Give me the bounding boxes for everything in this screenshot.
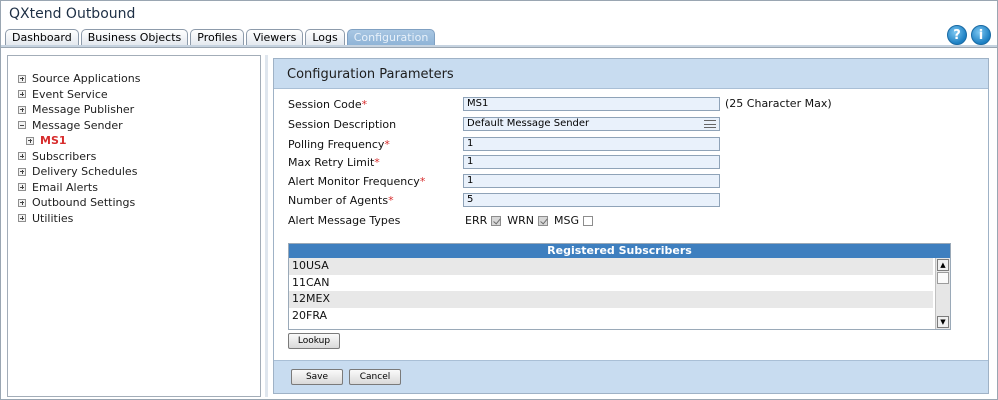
- app-window: QXtend Outbound Dashboard Business Objec…: [0, 0, 998, 400]
- help-icon[interactable]: ?: [947, 25, 967, 45]
- tree-item-utilities[interactable]: Utilities: [18, 211, 140, 227]
- list-item[interactable]: 12MEX: [289, 291, 933, 308]
- tree-item-source-applications[interactable]: Source Applications: [18, 71, 140, 87]
- expand-icon[interactable]: [18, 198, 26, 207]
- tab-viewers[interactable]: Viewers: [246, 29, 304, 45]
- expand-icon[interactable]: [18, 90, 26, 99]
- tree-item-outbound-settings[interactable]: Outbound Settings: [18, 195, 140, 211]
- expand-icon[interactable]: [18, 74, 26, 83]
- tree-item-label: Utilities: [32, 211, 74, 225]
- subscribers-list-body: 10USA 11CAN 12MEX 20FRA: [289, 258, 933, 324]
- expand-text-icon[interactable]: [704, 120, 716, 128]
- expand-icon[interactable]: [26, 136, 34, 145]
- expand-icon[interactable]: [18, 167, 26, 176]
- tree-item-label: Event Service: [32, 87, 108, 101]
- registered-subscribers-list: Registered Subscribers 10USA 11CAN 12MEX…: [288, 243, 951, 330]
- wrn-checkbox[interactable]: [538, 215, 548, 226]
- err-checkbox[interactable]: [491, 215, 502, 226]
- err-checkbox-label: ERR: [465, 214, 488, 227]
- tree-item-label: Message Sender: [32, 118, 123, 132]
- cancel-button[interactable]: Cancel: [349, 369, 401, 385]
- alert-message-types-row: Alert Message Types ERR WRN MSG: [288, 213, 978, 229]
- session-code-label: Session Code*: [288, 98, 368, 111]
- max-retry-limit-label: Max Retry Limit*: [288, 156, 380, 169]
- expand-icon[interactable]: [18, 183, 26, 192]
- header-divider: [1, 45, 997, 48]
- tree-item-subscribers[interactable]: Subscribers: [18, 149, 140, 165]
- tree-item-email-alerts[interactable]: Email Alerts: [18, 180, 140, 196]
- tab-configuration[interactable]: Configuration: [346, 29, 436, 45]
- number-of-agents-row: Number of Agents* 5: [288, 193, 978, 209]
- panel-header: Configuration Parameters: [274, 59, 988, 89]
- panel-splitter[interactable]: [265, 55, 268, 397]
- scrollbar-thumb[interactable]: [937, 272, 949, 284]
- info-icon[interactable]: i: [971, 25, 991, 45]
- app-header: QXtend Outbound Dashboard Business Objec…: [1, 1, 997, 45]
- msg-checkbox[interactable]: [583, 215, 593, 226]
- tree-item-label: Outbound Settings: [32, 196, 136, 210]
- tree-item-delivery-schedules[interactable]: Delivery Schedules: [18, 164, 140, 180]
- alert-message-types-group: ERR WRN MSG: [463, 214, 593, 227]
- session-description-value: Default Message Sender: [467, 118, 590, 129]
- scroll-up-icon[interactable]: ▲: [937, 259, 949, 271]
- session-code-note: (25 Character Max): [725, 97, 832, 110]
- msg-checkbox-label: MSG: [554, 214, 579, 227]
- tab-profiles[interactable]: Profiles: [190, 29, 245, 45]
- alert-message-types-label: Alert Message Types: [288, 214, 401, 227]
- expand-icon[interactable]: [18, 214, 26, 223]
- tree-item-label: Source Applications: [32, 72, 141, 86]
- tree-item-event-service[interactable]: Event Service: [18, 87, 140, 103]
- polling-frequency-input[interactable]: 1: [463, 137, 720, 151]
- tree-item-message-sender[interactable]: Message Sender: [18, 118, 140, 134]
- navigation-tree: Source Applications Event Service Messag…: [18, 71, 140, 226]
- tree-item-label: Subscribers: [32, 149, 97, 163]
- max-retry-limit-row: Max Retry Limit* 1: [288, 155, 978, 171]
- scroll-down-icon[interactable]: ▼: [937, 316, 949, 328]
- session-description-row: Session Description Default Message Send…: [288, 117, 978, 133]
- session-code-row: Session Code* MS1 (25 Character Max): [288, 97, 978, 113]
- header-icons: ? i: [947, 25, 991, 45]
- expand-icon[interactable]: [18, 152, 26, 161]
- list-item[interactable]: 20FRA: [289, 308, 933, 325]
- main-tabbar: Dashboard Business Objects Profiles View…: [5, 28, 437, 45]
- tree-item-label: Delivery Schedules: [32, 165, 138, 179]
- tree-item-label: Email Alerts: [32, 180, 98, 194]
- number-of-agents-label: Number of Agents*: [288, 194, 394, 207]
- panel-footer: Save Cancel: [274, 360, 988, 393]
- tab-dashboard[interactable]: Dashboard: [5, 29, 79, 45]
- session-description-input[interactable]: Default Message Sender: [463, 117, 720, 131]
- tab-logs[interactable]: Logs: [305, 29, 345, 45]
- tab-business-objects[interactable]: Business Objects: [80, 29, 189, 45]
- tree-item-label: MS1: [40, 134, 67, 148]
- expand-icon[interactable]: [18, 105, 26, 114]
- tree-item-label: Message Publisher: [32, 103, 135, 117]
- save-button[interactable]: Save: [291, 369, 343, 385]
- registered-subscribers-header: Registered Subscribers: [289, 244, 950, 258]
- max-retry-limit-input[interactable]: 1: [463, 155, 720, 169]
- panel-title: Configuration Parameters: [287, 67, 454, 82]
- polling-frequency-row: Polling Frequency* 1: [288, 137, 978, 153]
- alert-monitor-frequency-label: Alert Monitor Frequency*: [288, 175, 426, 188]
- configuration-panel: Configuration Parameters Session Code* M…: [273, 58, 989, 394]
- app-title: QXtend Outbound: [9, 6, 136, 22]
- alert-monitor-frequency-row: Alert Monitor Frequency* 1: [288, 174, 978, 190]
- list-item[interactable]: 10USA: [289, 258, 933, 275]
- tree-item-ms1[interactable]: MS1: [18, 133, 140, 149]
- wrn-checkbox-label: WRN: [507, 214, 534, 227]
- list-item[interactable]: 11CAN: [289, 275, 933, 292]
- session-description-label: Session Description: [288, 118, 397, 131]
- alert-monitor-frequency-input[interactable]: 1: [463, 174, 720, 188]
- number-of-agents-input[interactable]: 5: [463, 193, 720, 207]
- lookup-button[interactable]: Lookup: [288, 333, 340, 349]
- subscribers-scrollbar[interactable]: ▲ ▼: [935, 258, 950, 329]
- tree-item-message-publisher[interactable]: Message Publisher: [18, 102, 140, 118]
- collapse-icon[interactable]: [18, 121, 26, 130]
- navigation-tree-panel: Source Applications Event Service Messag…: [7, 55, 261, 397]
- session-code-input[interactable]: MS1: [463, 97, 720, 111]
- polling-frequency-label: Polling Frequency*: [288, 138, 390, 151]
